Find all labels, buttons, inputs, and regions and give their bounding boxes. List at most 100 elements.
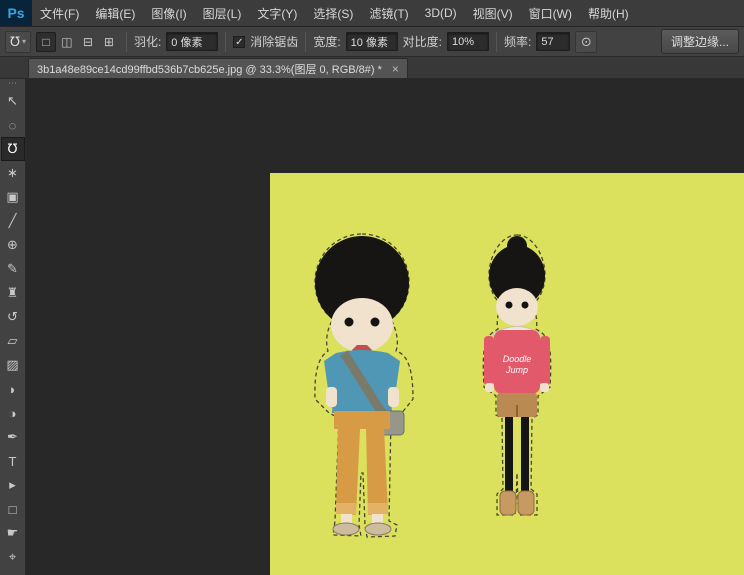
boy-pants-hip (334, 411, 390, 429)
separator (305, 32, 306, 52)
separator (225, 32, 226, 52)
boy-cuff-left (336, 503, 356, 514)
document-tab-title: 3b1a48e89ce14cd99ffbd536b7cb625e.jpg @ 3… (37, 61, 382, 77)
menu-item-3d[interactable]: 3D(D) (417, 0, 465, 26)
boy-ankle-left (341, 514, 352, 524)
width-input[interactable]: 10 像素 (346, 32, 398, 51)
menu-bar: Ps 文件(F) 编辑(E) 图像(I) 图层(L) 文字(Y) 选择(S) 滤… (0, 0, 744, 27)
eyedropper-tool[interactable]: ╱ (1, 209, 25, 233)
menu-item-file[interactable]: 文件(F) (32, 0, 87, 26)
width-label: 宽度: (313, 33, 340, 50)
boy-face (331, 298, 393, 352)
dodge-tool[interactable]: ◑ (1, 401, 25, 425)
girl-leg-right (521, 417, 529, 493)
brush-tool[interactable]: ✎ (1, 257, 25, 281)
canvas-area[interactable]: Doodle Jump (26, 79, 744, 575)
contrast-label: 对比度: (403, 33, 442, 50)
girl-eye-left (506, 302, 513, 309)
menu-item-edit[interactable]: 编辑(E) (87, 0, 143, 26)
drawing-two-characters: Doodle Jump (270, 173, 744, 575)
boy-hand-right (388, 387, 399, 407)
menu-item-layer[interactable]: 图层(L) (195, 0, 250, 26)
boy-ankle-right (372, 514, 383, 524)
open-document-image[interactable]: Doodle Jump (270, 173, 744, 575)
chevron-down-icon: ▾ (22, 37, 26, 46)
main-area: ⋯ ↖◌℧∗▣╱⊕✎♜↺▱▨◗◑✒T▸□☛⌖ (0, 79, 744, 575)
subtract-from-selection-button[interactable]: ⊟ (78, 32, 98, 52)
document-tab[interactable]: 3b1a48e89ce14cd99ffbd536b7cb625e.jpg @ 3… (28, 58, 408, 78)
contrast-input[interactable]: 10% (447, 32, 489, 51)
girl-boot-right (518, 491, 534, 515)
boy-leg-left (336, 427, 360, 515)
pen-tool[interactable]: ✒ (1, 425, 25, 449)
menu-item-window[interactable]: 窗口(W) (521, 0, 580, 26)
feather-input[interactable]: 0 像素 (166, 32, 218, 51)
photoshop-window: Ps 文件(F) 编辑(E) 图像(I) 图层(L) 文字(Y) 选择(S) 滤… (0, 0, 744, 575)
girl-sleeve-right (540, 336, 550, 386)
antialias-label: 消除锯齿 (250, 33, 298, 50)
girl-leg-left (505, 417, 513, 493)
document-tab-bar: 3b1a48e89ce14cd99ffbd536b7cb625e.jpg @ 3… (0, 57, 744, 79)
clone-stamp-tool[interactable]: ♜ (1, 281, 25, 305)
pen-pressure-icon[interactable]: ⊙ (575, 31, 597, 53)
tool-list: ↖◌℧∗▣╱⊕✎♜↺▱▨◗◑✒T▸□☛⌖ (1, 89, 25, 569)
selection-mode-group: □ ◫ ⊟ ⊞ (36, 32, 119, 52)
antialias-checkbox[interactable]: ✓ (233, 36, 245, 48)
type-tool[interactable]: T (1, 449, 25, 473)
girl-hand-left (485, 383, 494, 392)
menu-items: 文件(F) 编辑(E) 图像(I) 图层(L) 文字(Y) 选择(S) 滤镜(T… (32, 0, 637, 26)
boy-hand-left (326, 387, 337, 407)
tool-options-bar: ℧ ▾ □ ◫ ⊟ ⊞ 羽化: 0 像素 ✓ 消除锯齿 宽度: 10 像素 对比… (0, 27, 744, 57)
girl-figure: Doodle Jump (483, 235, 550, 515)
healing-brush-tool[interactable]: ⊕ (1, 233, 25, 257)
girl-eye-right (522, 302, 529, 309)
path-selection-tool[interactable]: ▸ (1, 473, 25, 497)
feather-label: 羽化: (134, 33, 161, 50)
girl-hoodie-text-line2: Jump (505, 365, 528, 375)
boy-sandal-left (333, 523, 359, 535)
menu-item-filter[interactable]: 滤镜(T) (361, 0, 416, 26)
marquee-tool[interactable]: ◌ (1, 113, 25, 137)
photoshop-logo: Ps (0, 0, 32, 26)
boy-eye-right (371, 318, 380, 327)
blur-tool[interactable]: ◗ (1, 377, 25, 401)
crop-tool[interactable]: ▣ (1, 185, 25, 209)
separator (126, 32, 127, 52)
panel-grip[interactable]: ⋯ (8, 79, 17, 89)
lasso-icon: ℧ (10, 34, 20, 50)
move-tool[interactable]: ↖ (1, 89, 25, 113)
zoom-tool[interactable]: ⌖ (1, 545, 25, 569)
girl-hand-right (540, 383, 549, 392)
girl-sleeve-left (484, 336, 494, 386)
new-selection-button[interactable]: □ (36, 32, 56, 52)
boy-eye-left (345, 318, 354, 327)
menu-item-image[interactable]: 图像(I) (143, 0, 194, 26)
girl-face (496, 288, 538, 326)
refine-edge-button[interactable]: 调整边缘... (661, 29, 739, 54)
frequency-input[interactable]: 57 (536, 32, 570, 51)
frequency-label: 频率: (504, 33, 531, 50)
menu-item-help[interactable]: 帮助(H) (580, 0, 637, 26)
tools-panel: ⋯ ↖◌℧∗▣╱⊕✎♜↺▱▨◗◑✒T▸□☛⌖ (0, 79, 26, 575)
boy-figure (315, 234, 413, 537)
eraser-tool[interactable]: ▱ (1, 329, 25, 353)
boy-sandal-right (365, 523, 391, 535)
gradient-tool[interactable]: ▨ (1, 353, 25, 377)
boy-leg-right (366, 427, 388, 515)
girl-boot-left (500, 491, 516, 515)
quick-selection-tool[interactable]: ∗ (1, 161, 25, 185)
magnetic-lasso-tool[interactable]: ℧ (1, 137, 25, 161)
shape-tool[interactable]: □ (1, 497, 25, 521)
add-to-selection-button[interactable]: ◫ (57, 32, 77, 52)
girl-hoodie-text-line1: Doodle (503, 354, 532, 364)
menu-item-type[interactable]: 文字(Y) (249, 0, 305, 26)
intersect-selection-button[interactable]: ⊞ (99, 32, 119, 52)
boy-cuff-right (368, 503, 388, 514)
history-brush-tool[interactable]: ↺ (1, 305, 25, 329)
close-icon[interactable]: × (392, 62, 399, 76)
tool-preset-picker[interactable]: ℧ ▾ (5, 31, 31, 53)
menu-item-view[interactable]: 视图(V) (465, 0, 521, 26)
hand-tool[interactable]: ☛ (1, 521, 25, 545)
menu-item-select[interactable]: 选择(S) (305, 0, 361, 26)
separator (496, 32, 497, 52)
